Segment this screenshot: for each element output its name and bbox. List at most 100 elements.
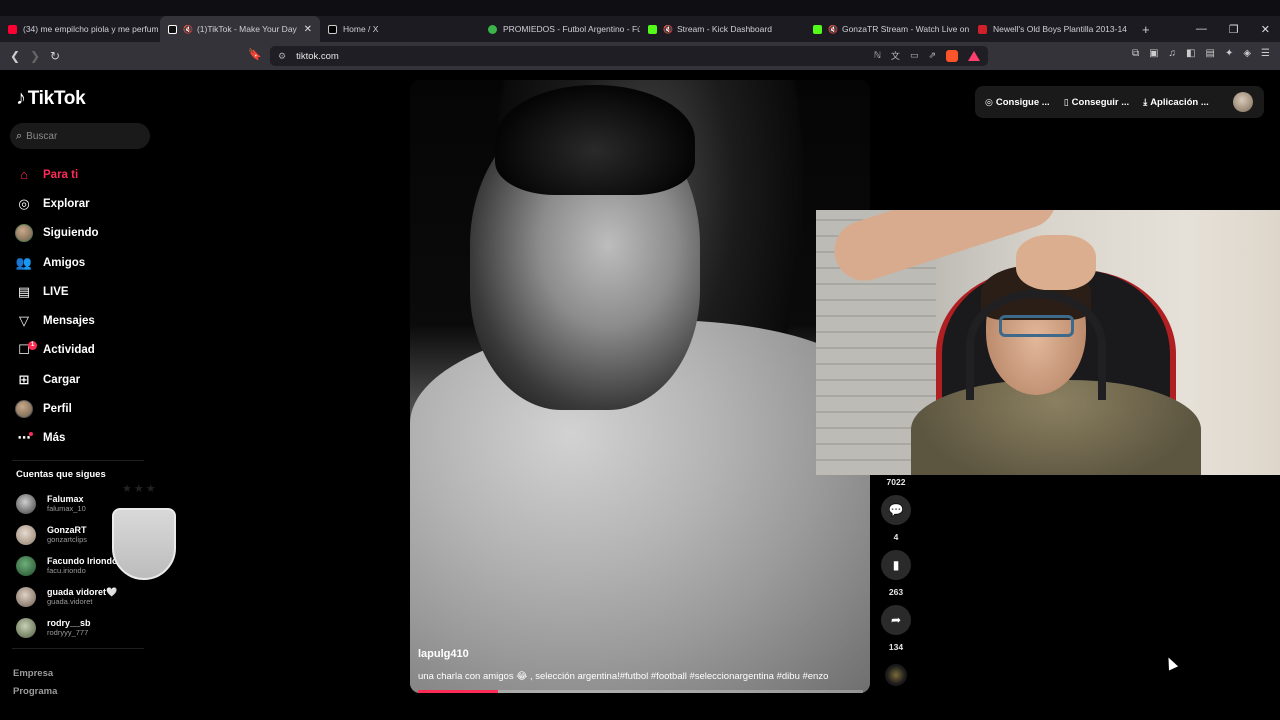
comment-action[interactable]: 💬 4 [880, 495, 912, 550]
tab-label: (1)TikTok - Make Your Day [196, 24, 297, 34]
account-name: Falumax [47, 494, 84, 504]
address-bar[interactable]: ⚙ tiktok.com ℕ 文 ▭ ⇗ [270, 46, 988, 66]
nav-label: Mensajes [43, 315, 95, 328]
nav-item-perfil[interactable]: Perfil [14, 394, 154, 423]
video-author[interactable]: lapulg410 [418, 648, 469, 660]
followed-account[interactable]: guada vidoret🤍 guada.vidoret [16, 581, 156, 612]
leo-ai-icon[interactable]: ✦ [1225, 48, 1233, 59]
media-icon[interactable]: ♫ [1169, 48, 1177, 59]
reading-list-icon[interactable]: ▣ [1149, 48, 1158, 59]
mute-icon[interactable]: 🔇 [663, 25, 673, 34]
user-avatar[interactable] [1233, 92, 1253, 112]
get-app-button[interactable]: ▯ Conseguir ... [1064, 97, 1130, 108]
new-tab-icon[interactable]: + [1130, 22, 1162, 37]
get-coins-button[interactable]: ◎ Consigue ... [985, 97, 1050, 108]
avatar [16, 524, 36, 545]
sidebar-icon[interactable]: ◧ [1186, 48, 1195, 59]
share-count: 134 [888, 642, 904, 652]
newells-icon [978, 24, 987, 34]
nav-item-actividad[interactable]: ☐ 1 Actividad [14, 336, 154, 365]
restore-icon[interactable]: ❐ [1229, 23, 1239, 36]
x-logo-icon [328, 24, 337, 34]
profile-icon [15, 400, 33, 419]
bookmark-icon[interactable]: ▮ [881, 550, 911, 580]
brave-shields-icon[interactable] [946, 49, 958, 62]
footer-link-empresa[interactable]: Empresa [13, 665, 57, 683]
cast-icon[interactable]: ▭ [910, 50, 919, 61]
extensions-icon[interactable]: ⧉ [1132, 48, 1139, 59]
progress-fill [418, 690, 499, 693]
video-progress-bar[interactable] [418, 690, 863, 693]
back-icon[interactable]: ❮ [5, 49, 25, 63]
browser-tab-kick-dashboard[interactable]: 🔇 Stream - Kick Dashboard [640, 16, 805, 42]
wallet-icon[interactable]: ▤ [1205, 48, 1214, 59]
brave-rewards-icon[interactable] [968, 50, 980, 61]
nav-label: Amigos [43, 256, 86, 269]
tab-label: PROMIEDOS - Futbol Argentino - Fú [503, 24, 640, 34]
tab-label: (34) me empilcho piola y me perfum [23, 24, 159, 34]
afa-crest [112, 508, 176, 580]
nav-item-live[interactable]: ▤ LIVE [14, 277, 154, 306]
browser-tab-youtube[interactable]: (34) me empilcho piola y me perfum [0, 16, 160, 42]
browser-tab-tiktok[interactable]: 🔇 (1)TikTok - Make Your Day ✕ [160, 16, 320, 42]
browser-tab-newells[interactable]: Newell's Old Boys Plantilla 2013-14 [970, 16, 1130, 42]
browser-tab-promiedos[interactable]: PROMIEDOS - Futbol Argentino - Fú [480, 16, 640, 42]
close-tab-icon[interactable]: ✕ [298, 24, 312, 35]
search-placeholder: Buscar [26, 130, 58, 142]
comment-icon[interactable]: 💬 [881, 495, 911, 525]
nav-label: Cargar [43, 373, 81, 386]
avatar-icon [15, 224, 33, 243]
site-info-icon[interactable]: ⚙ [278, 51, 286, 62]
share-icon[interactable]: ➦ [881, 605, 911, 635]
followed-account[interactable]: rodry__sb rodryyy_777 [16, 612, 156, 643]
search-input[interactable]: ⌕ Buscar [10, 123, 150, 149]
vpn-icon[interactable]: ◈ [1243, 48, 1251, 59]
nav-item-mas[interactable]: ⋯ Más [14, 424, 154, 453]
browser-tab-kick-stream[interactable]: 🔇 GonzaTR Stream - Watch Live on [805, 16, 970, 42]
tiktok-logo[interactable]: ♪ TikTok [16, 87, 86, 110]
divider [12, 648, 144, 649]
reload-icon[interactable]: ↻ [45, 49, 65, 63]
nav-item-siguiendo[interactable]: Siguiendo [14, 219, 154, 248]
avatar [16, 493, 36, 514]
music-disc-icon[interactable] [885, 664, 907, 686]
desktop-app-button[interactable]: ⤓ Aplicación ... [1143, 97, 1209, 108]
minimize-icon[interactable]: — [1196, 23, 1207, 36]
share-page-icon[interactable]: ⇗ [928, 50, 936, 61]
tab-label: GonzaTR Stream - Watch Live on [841, 24, 970, 34]
nav-item-cargar[interactable]: ⊞ Cargar [14, 365, 154, 394]
bookmark-page-icon[interactable]: 🔖 [248, 48, 262, 61]
account-username: gonzartclips [47, 535, 88, 544]
video-description: una charla con amigos 😂 , selección arge… [418, 671, 829, 682]
crest-stars: ★★★ [122, 483, 158, 495]
account-username: falumax_10 [47, 504, 86, 513]
nav-item-amigos[interactable]: 👥 Amigos [14, 248, 154, 277]
tiktok-app: ♪ TikTok ⌕ Buscar ⌂ Para ti ◎ Explorar S… [0, 70, 1280, 720]
youtube-icon [8, 24, 17, 34]
tiktok-note-icon: ♪ [16, 87, 26, 109]
nav-item-mensajes[interactable]: ▽ Mensajes [14, 306, 154, 335]
nav-item-para-ti[interactable]: ⌂ Para ti [14, 160, 154, 189]
video-player[interactable] [410, 80, 870, 693]
mute-icon[interactable]: 🔇 [828, 25, 838, 34]
account-username: rodryyy_777 [47, 628, 89, 637]
video-frame-hair [495, 85, 695, 195]
home-icon: ⌂ [20, 167, 28, 183]
mute-icon[interactable]: 🔇 [183, 25, 193, 34]
footer-link-programa[interactable]: Programa [13, 683, 57, 701]
translate-icon[interactable]: 文 [891, 49, 900, 62]
new-dot [29, 431, 33, 436]
tab-label: Home / X [343, 24, 379, 34]
menu-icon[interactable]: ☰ [1261, 48, 1270, 59]
close-window-icon[interactable]: ✕ [1261, 23, 1270, 36]
browser-tab-x[interactable]: Home / X [320, 16, 480, 42]
webcam-glasses [999, 315, 1074, 337]
tab-label: Newell's Old Boys Plantilla 2013-14 [993, 24, 1127, 34]
nav-item-explorar[interactable]: ◎ Explorar [14, 189, 154, 218]
bookmark-action[interactable]: ▮ 263 [880, 550, 912, 605]
coin-icon: ◎ [985, 96, 993, 107]
share-action[interactable]: ➦ 134 [880, 605, 912, 660]
no-translate-icon[interactable]: ℕ [874, 50, 881, 61]
forward-icon[interactable]: ❯ [25, 49, 45, 63]
account-username: guada.vidoret [47, 597, 93, 606]
